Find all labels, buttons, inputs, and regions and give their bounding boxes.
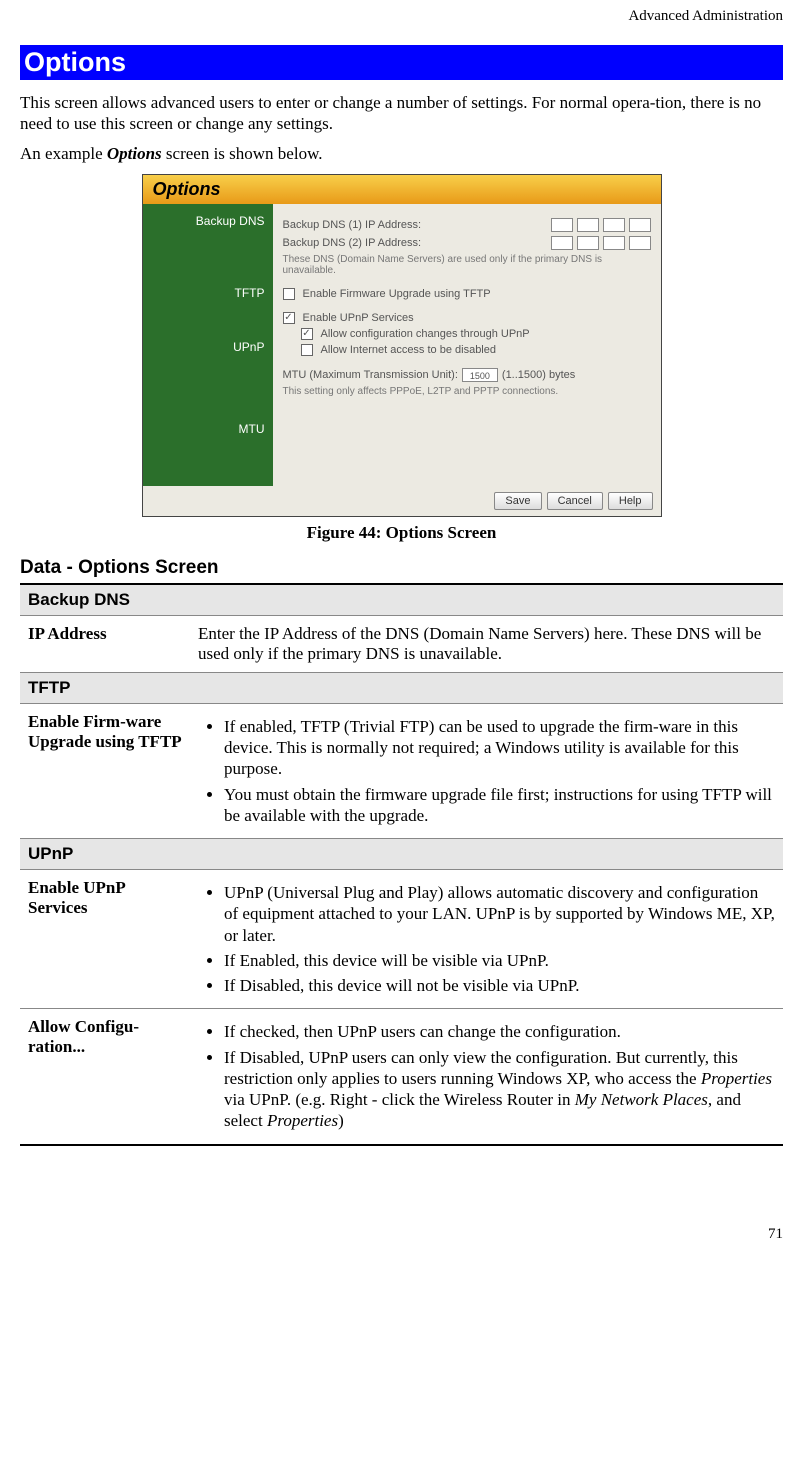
- mtu-note: This setting only affects PPPoE, L2TP an…: [283, 386, 651, 397]
- upnp-allow-config-checkbox[interactable]: ✓: [301, 328, 313, 340]
- row-ip-desc: Enter the IP Address of the DNS (Domain …: [190, 615, 783, 672]
- side-upnp: UPnP: [143, 340, 265, 354]
- upnp-allow-disable-label: Allow Internet access to be disabled: [321, 344, 497, 356]
- section-tftp: TFTP: [20, 672, 783, 703]
- section-upnp: UPnP: [20, 839, 783, 870]
- dns1-oct-2[interactable]: [577, 218, 599, 232]
- dns1-oct-1[interactable]: [551, 218, 573, 232]
- chapter-header: Advanced Administration: [20, 0, 783, 25]
- dns1-label: Backup DNS (1) IP Address:: [283, 219, 422, 231]
- row-upnp1-label: Enable UPnP Services: [20, 870, 190, 1009]
- figure-44: Options Backup DNS TFTP UPnP MTU Backup …: [20, 174, 783, 517]
- cancel-button[interactable]: Cancel: [547, 492, 603, 510]
- dns2-label: Backup DNS (2) IP Address:: [283, 237, 422, 249]
- row-upnp2-desc: If checked, then UPnP users can change t…: [190, 1009, 783, 1145]
- intro-para-1: This screen allows advanced users to ent…: [20, 92, 783, 135]
- row-tftp-label: Enable Firm-ware Upgrade using TFTP: [20, 703, 190, 838]
- dns2-oct-1[interactable]: [551, 236, 573, 250]
- screenshot-sidebar: Backup DNS TFTP UPnP MTU: [143, 204, 273, 486]
- section-backup-dns: Backup DNS: [20, 584, 783, 616]
- side-backup-dns: Backup DNS: [143, 214, 265, 228]
- dns2-oct-3[interactable]: [603, 236, 625, 250]
- tftp-bullet-1: If enabled, TFTP (Trivial FTP) can be us…: [224, 716, 775, 780]
- row-upnp2-label: Allow Configu-ration...: [20, 1009, 190, 1145]
- mtu-label-pre: MTU (Maximum Transmission Unit):: [283, 369, 458, 381]
- dns1-oct-3[interactable]: [603, 218, 625, 232]
- intro-p2-em: Options: [107, 144, 162, 163]
- mtu-label-post: (1..1500) bytes: [502, 369, 575, 381]
- dns2-oct-4[interactable]: [629, 236, 651, 250]
- tftp-checkbox[interactable]: [283, 288, 295, 300]
- upnp1-bullet-1: UPnP (Universal Plug and Play) allows au…: [224, 882, 775, 946]
- dns1-oct-4[interactable]: [629, 218, 651, 232]
- side-mtu: MTU: [143, 422, 265, 436]
- upnp-checkbox[interactable]: ✓: [283, 312, 295, 324]
- upnp2-bullet-1: If checked, then UPnP users can change t…: [224, 1021, 775, 1042]
- row-ip-label: IP Address: [20, 615, 190, 672]
- dns-note: These DNS (Domain Name Servers) are used…: [283, 254, 651, 276]
- upnp2-b2-em2: My Network Places: [575, 1090, 708, 1109]
- upnp2-b2-em1: Properties: [701, 1069, 772, 1088]
- tftp-cb-label: Enable Firmware Upgrade using TFTP: [303, 288, 491, 300]
- upnp2-b2-pre: If Disabled, UPnP users can only view th…: [224, 1048, 738, 1088]
- dns2-oct-2[interactable]: [577, 236, 599, 250]
- options-table: Backup DNS IP Address Enter the IP Addre…: [20, 583, 783, 1146]
- row-upnp1-desc: UPnP (Universal Plug and Play) allows au…: [190, 870, 783, 1009]
- upnp-allow-config-label: Allow configuration changes through UPnP: [321, 328, 530, 340]
- screenshot-buttons: Save Cancel Help: [143, 486, 661, 516]
- upnp2-b2-em3: Properties: [267, 1111, 338, 1130]
- side-tftp: TFTP: [143, 286, 265, 300]
- intro-p2-post: screen is shown below.: [162, 144, 323, 163]
- tftp-bullet-2: You must obtain the firmware upgrade fil…: [224, 784, 775, 827]
- table-heading: Data - Options Screen: [20, 557, 783, 579]
- upnp2-b2-post: ): [338, 1111, 344, 1130]
- upnp-allow-disable-checkbox[interactable]: [301, 344, 313, 356]
- options-screenshot: Options Backup DNS TFTP UPnP MTU Backup …: [142, 174, 662, 517]
- screenshot-title: Options: [143, 175, 661, 204]
- upnp2-b2-mid: via UPnP. (e.g. Right - click the Wirele…: [224, 1090, 575, 1109]
- upnp-cb-label: Enable UPnP Services: [303, 312, 414, 324]
- row-tftp-desc: If enabled, TFTP (Trivial FTP) can be us…: [190, 703, 783, 838]
- intro-para-2: An example Options screen is shown below…: [20, 143, 783, 164]
- screenshot-main: Backup DNS (1) IP Address: Backup DNS (2…: [273, 204, 661, 486]
- help-button[interactable]: Help: [608, 492, 653, 510]
- upnp2-bullet-2: If Disabled, UPnP users can only view th…: [224, 1047, 775, 1132]
- upnp1-bullet-3: If Disabled, this device will not be vis…: [224, 975, 775, 996]
- save-button[interactable]: Save: [494, 492, 541, 510]
- figure-caption: Figure 44: Options Screen: [20, 523, 783, 543]
- page-title: Options: [20, 45, 783, 80]
- mtu-input[interactable]: 1500: [462, 368, 498, 382]
- page-number: 71: [20, 1226, 783, 1243]
- upnp1-bullet-2: If Enabled, this device will be visible …: [224, 950, 775, 971]
- intro-p2-pre: An example: [20, 144, 107, 163]
